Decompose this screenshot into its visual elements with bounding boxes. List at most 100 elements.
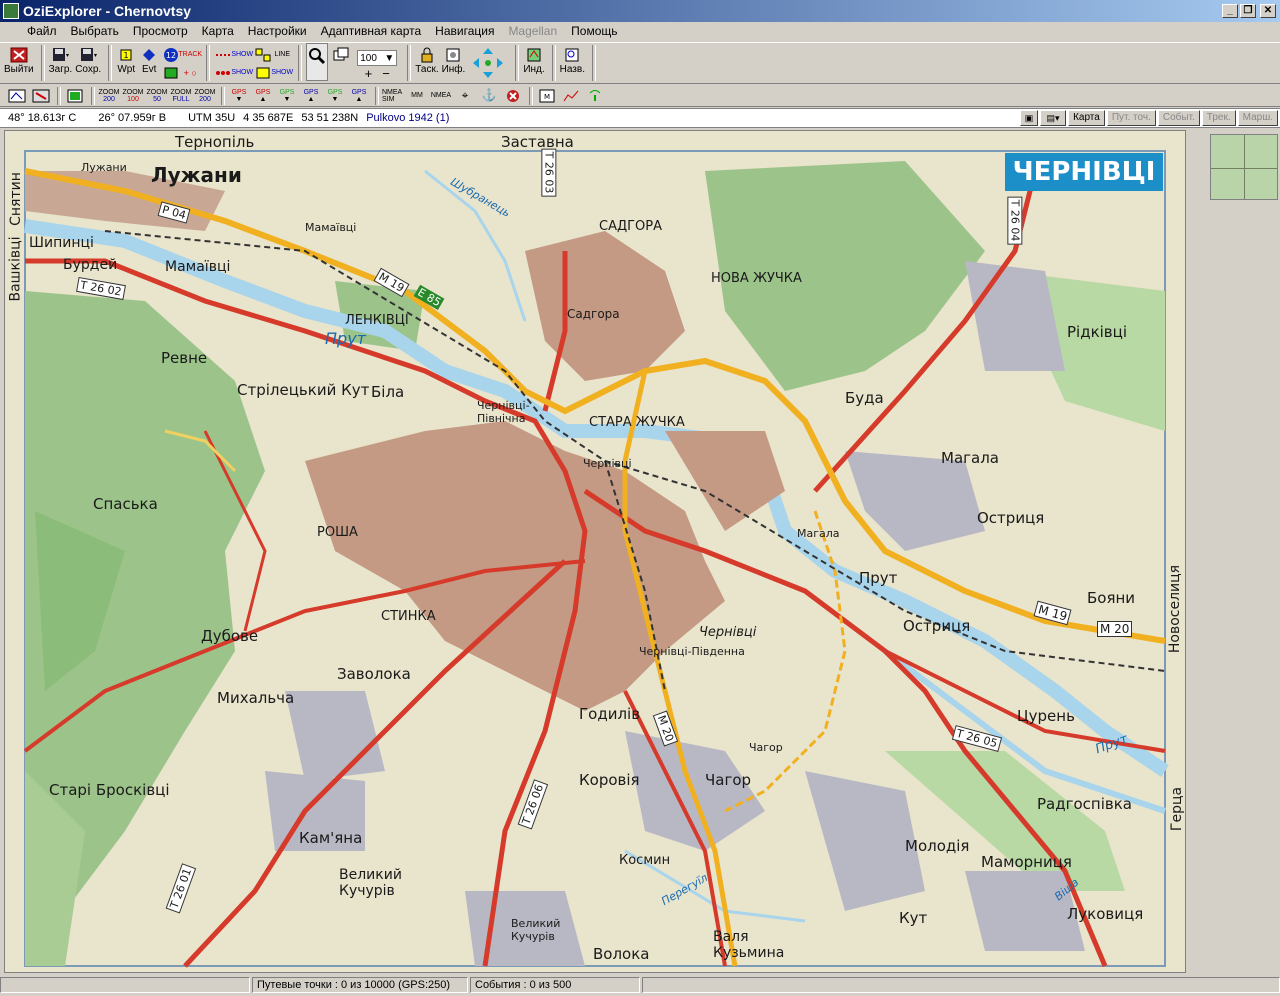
anchor-icon[interactable]: ⚓ [478, 87, 500, 105]
route-icon[interactable] [254, 46, 272, 63]
crosshair-icon[interactable]: ⌖ [454, 87, 476, 105]
place-label: Мамаївці [305, 221, 357, 234]
latitude-readout: 48° 18.613г С [8, 112, 77, 124]
zoom-100-button[interactable]: ZOOM 100 [122, 87, 144, 105]
signal-icon[interactable] [584, 87, 606, 105]
route-box-icon[interactable] [254, 64, 272, 81]
map-tab-button[interactable]: Карта [1068, 110, 1105, 126]
zoom-200b-button[interactable]: ZOOM 200 [194, 87, 216, 105]
menu-help[interactable]: Помощь [564, 24, 624, 38]
gps-send-track-button[interactable]: GPS ▲ [348, 87, 370, 105]
save-button[interactable]: Сохр. [75, 43, 101, 81]
gps-arrow-icon: ▲ [307, 95, 315, 103]
map-edit-icon[interactable] [6, 87, 28, 105]
place-label: Годилів [579, 705, 641, 723]
restore-button[interactable]: ❐ [1240, 4, 1256, 18]
menu-view[interactable]: Просмотр [126, 24, 195, 38]
menu-map[interactable]: Карта [195, 24, 241, 38]
plus-circle-icon[interactable]: + ○ [181, 64, 199, 81]
longitude-readout: 26° 07.959г В [98, 112, 167, 124]
gps-get-track-button[interactable]: GPS ▼ [324, 87, 346, 105]
stop-icon[interactable] [502, 87, 524, 105]
menu-adaptive-map[interactable]: Адаптивная карта [314, 24, 429, 38]
view-buttons: ▣ ▤▾ Карта Пут. точ. Событ. Трек. Марш. [1020, 110, 1280, 126]
gps-get-routes-button[interactable]: GPS ▼ [276, 87, 298, 105]
task-button[interactable]: Таск. [415, 43, 439, 81]
moving-map-button[interactable]: MM [406, 87, 428, 105]
gps-get-waypoints-button[interactable]: GPS ▼ [228, 87, 250, 105]
nmea-button[interactable]: NMEA [430, 87, 452, 105]
route-show-icon[interactable]: SHOW [271, 64, 293, 81]
zoom-full-button[interactable]: ZOOM FULL [170, 87, 192, 105]
map-window-button[interactable] [331, 43, 351, 81]
menu-magellan[interactable]: Magellan [501, 24, 564, 38]
map-view[interactable]: ЧЕРНІВЦІ Тернопіль Заставна Снятин Вашкі… [4, 130, 1186, 973]
route-tools-group: LINE SHOW [254, 43, 293, 81]
overview-map[interactable] [1210, 134, 1278, 200]
map-settings-icon[interactable] [30, 87, 52, 105]
svg-text:M: M [544, 93, 550, 101]
load-button[interactable]: Загр. [49, 43, 72, 81]
place-label: Старі Броскiвці [49, 781, 170, 799]
index-button[interactable]: Инд. [523, 43, 545, 81]
track-tools-group: SHOW SHOW [214, 43, 253, 81]
zoom-out-icon[interactable]: − [382, 66, 390, 81]
place-label: Остриця [903, 617, 971, 635]
tracks-tab-button[interactable]: Трек. [1201, 110, 1236, 126]
zoom-200-button[interactable]: ZOOM 200 [98, 87, 120, 105]
northing-readout: 53 51 238N [301, 112, 359, 124]
gps-arrow-icon: ▲ [259, 95, 267, 103]
map-list-icon[interactable] [64, 87, 86, 105]
separator [40, 45, 45, 81]
index-label: Инд. [523, 64, 545, 75]
zoom-select[interactable]: 100 ▼ [357, 50, 398, 66]
separator [529, 86, 533, 105]
place-label: Великий Кучурів [339, 867, 402, 899]
route-line-icon[interactable]: LINE [273, 46, 291, 63]
map-mode-icon[interactable]: M [536, 87, 558, 105]
image-icon[interactable]: ▣ [1020, 110, 1039, 126]
magnify-button[interactable] [306, 43, 329, 81]
green-box-icon[interactable] [162, 64, 180, 81]
profile-chart-icon[interactable] [560, 87, 582, 105]
track-show2-icon[interactable]: SHOW [231, 64, 253, 81]
info-icon [443, 46, 463, 64]
pan-control[interactable] [468, 43, 508, 81]
place-label: Шипинці [29, 235, 94, 251]
track-dots-icon[interactable] [214, 64, 232, 81]
nmea-sim-button[interactable]: NMEA SIM [382, 87, 404, 105]
separator [57, 86, 61, 105]
event-button[interactable]: Evt [139, 43, 159, 81]
title-bar: OziExplorer - Chernovtsy _ ❐ ✕ [0, 0, 1280, 22]
track-line-icon[interactable] [214, 46, 232, 63]
window-title: OziExplorer - Chernovtsy [23, 3, 192, 19]
pan-arrows-icon [470, 46, 506, 80]
exit-button[interactable]: Выйти [4, 43, 34, 81]
minimize-button[interactable]: _ [1222, 4, 1238, 18]
waypoints-tab-button[interactable]: Пут. точ. [1106, 110, 1156, 126]
names-button[interactable]: Назв. [560, 43, 585, 81]
utm-zone-readout: UTM 35U [188, 112, 236, 124]
gps-send-waypoints-button[interactable]: GPS ▲ [252, 87, 274, 105]
track-icon[interactable]: TRACK [178, 46, 202, 63]
place-label: Радгоспівка [1037, 795, 1132, 813]
info-button[interactable]: Инф. [442, 43, 465, 81]
track-show-icon[interactable]: SHOW [231, 46, 253, 63]
zoom-in-icon[interactable]: + [365, 66, 373, 81]
menu-settings[interactable]: Настройки [241, 24, 314, 38]
menu-navigation[interactable]: Навигация [428, 24, 501, 38]
waypoint-button[interactable]: 1 Wpt [116, 43, 136, 81]
routes-tab-button[interactable]: Марш. [1237, 110, 1278, 126]
save-map-icon[interactable]: ▤▾ [1040, 110, 1067, 126]
secondary-toolbar: ZOOM 200 ZOOM 100 ZOOM 50 ZOOM FULL ZOOM 200 … [0, 85, 1280, 107]
close-button[interactable]: ✕ [1260, 4, 1276, 18]
menu-file[interactable]: Файл [20, 24, 64, 38]
menu-select[interactable]: Выбрать [64, 24, 126, 38]
place-label: Кут [899, 909, 928, 927]
zoom-50-button[interactable]: ZOOM 50 [146, 87, 168, 105]
events-tab-button[interactable]: Событ. [1157, 110, 1200, 126]
place-label: Кам'яна [299, 829, 363, 847]
edge-label-snyatyn: Снятин [7, 172, 24, 226]
chevron-down-icon: ▼ [384, 52, 395, 64]
gps-send-routes-button[interactable]: GPS ▲ [300, 87, 322, 105]
